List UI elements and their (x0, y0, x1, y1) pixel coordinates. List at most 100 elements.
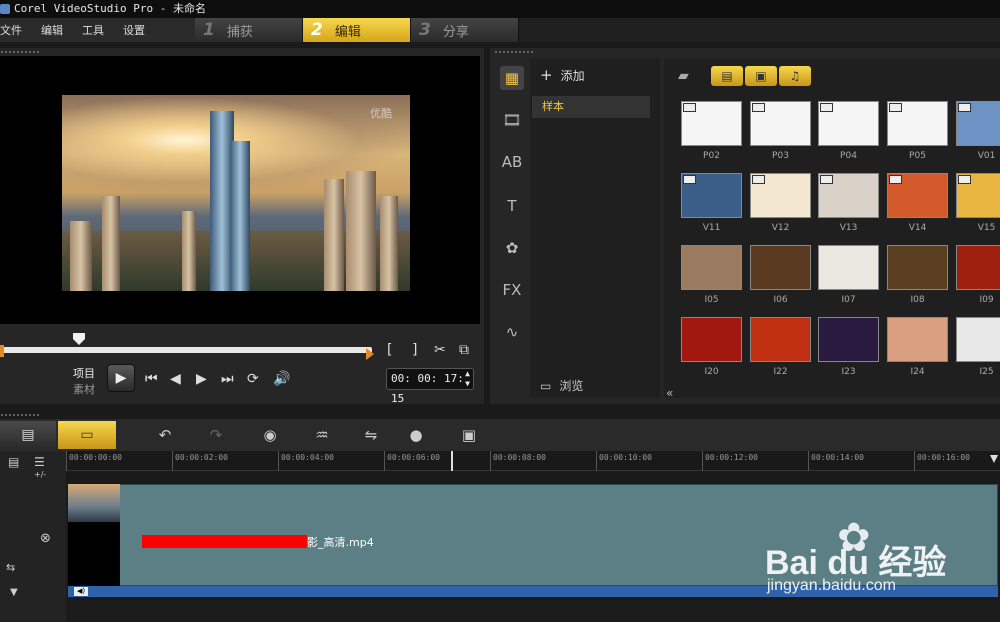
track-header-panel: ▤ ☰ +/- ⊗ ⇆ ▼ (0, 451, 66, 622)
video-badge-icon (752, 175, 765, 184)
menu-file[interactable]: 文件 (0, 22, 22, 38)
scrubber-bar[interactable] (0, 347, 372, 353)
subtitle-icon[interactable]: ▣ (456, 424, 482, 446)
mark-out-button[interactable]: ] (412, 342, 417, 358)
record-capture-icon[interactable]: ◉ (257, 424, 283, 446)
library-thumbnail[interactable] (750, 173, 811, 218)
library-thumbnail[interactable] (681, 173, 742, 218)
timeline-view-icon[interactable]: ▭ (58, 421, 116, 449)
library-thumbnail[interactable] (750, 245, 811, 290)
ruler-tick-label: 00:00:08:00 (493, 453, 546, 462)
step-share[interactable]: 3 分享 (411, 18, 519, 42)
timecode-field[interactable]: 00: 00: 17: 15 ▲ ▼ (386, 368, 474, 405)
menu-edit[interactable]: 编辑 (41, 22, 63, 38)
video-badge-icon (820, 175, 833, 184)
mark-in-button[interactable]: [ (387, 342, 392, 358)
library-thumbnail[interactable] (956, 101, 1000, 146)
step-capture[interactable]: 1 捕获 (195, 18, 303, 42)
library-thumbnail[interactable] (750, 101, 811, 146)
video-badge-icon (958, 175, 971, 184)
video-badge-icon (820, 103, 833, 112)
mode-clip[interactable]: 素材 (73, 381, 95, 397)
media-icon[interactable]: ▦ (500, 66, 524, 90)
track-options-icon[interactable]: ⇆ (6, 561, 15, 574)
go-end-icon[interactable]: ⏭ (221, 371, 234, 387)
folder-icon[interactable]: ▰ (678, 68, 689, 84)
browse-button[interactable]: ▭ 浏览 (540, 377, 583, 394)
speaker-icon[interactable]: ◀) (74, 587, 88, 596)
library-thumbnail[interactable] (818, 101, 879, 146)
library-thumbnail[interactable] (750, 317, 811, 362)
motion-track-icon[interactable]: ● (403, 424, 429, 446)
menu-tools[interactable]: 工具 (82, 22, 104, 38)
filter-audio-icon[interactable]: ♫ (779, 66, 811, 86)
play-button[interactable]: ▶ (107, 364, 135, 392)
go-start-icon[interactable]: ⏮ (145, 371, 158, 387)
instant-project-icon[interactable]: 🎞 (500, 108, 524, 132)
mode-project[interactable]: 项目 (73, 365, 95, 381)
library-thumbnail[interactable] (818, 245, 879, 290)
fx-icon[interactable]: FX (500, 278, 524, 302)
repeat-icon[interactable]: ⟳ (247, 371, 259, 387)
split-clip-icon[interactable]: ✂ (434, 342, 446, 358)
thumbnail-label: V13 (839, 223, 858, 233)
redo-icon[interactable]: ↷ (203, 424, 229, 446)
next-frame-icon[interactable]: ▶ (196, 371, 207, 387)
library-thumbnail[interactable] (887, 317, 948, 362)
expand-tracks-icon[interactable]: ▼ (10, 587, 18, 598)
building-graphic (324, 179, 344, 291)
title-icon[interactable]: T (500, 194, 524, 218)
library-thumbnail[interactable] (681, 245, 742, 290)
filter-video-icon[interactable]: ▤ (711, 66, 743, 86)
ruler-tick: 00:00:16:00 (914, 451, 970, 471)
filter-photo-icon[interactable]: ▣ (745, 66, 777, 86)
track-manager-icon[interactable]: ▤ (8, 455, 19, 469)
thumbnail-label: I25 (979, 367, 994, 377)
thumbnail-label: P05 (909, 151, 926, 161)
library-thumbnail[interactable] (818, 317, 879, 362)
panel-grip[interactable] (0, 50, 40, 54)
prev-frame-icon[interactable]: ◀ (170, 371, 181, 387)
timeline-ruler[interactable]: 00:00:00:00 00:00:02:00 00:00:04:00 00:00:0… (66, 451, 1000, 471)
volume-icon[interactable]: 🔊 (273, 371, 290, 387)
timeline-playhead[interactable] (451, 451, 453, 471)
library-thumbnail[interactable] (887, 173, 948, 218)
add-folder-button[interactable]: + 添加 (540, 66, 585, 84)
graphic-icon[interactable]: ✿ (500, 236, 524, 260)
library-thumbnail[interactable] (956, 173, 1000, 218)
transition-icon[interactable]: AB (500, 150, 524, 174)
library-thumbnail[interactable] (956, 245, 1000, 290)
thumbnail-label: I09 (979, 295, 994, 305)
panel-grip[interactable] (494, 50, 534, 54)
thumbnail-label: I05 (704, 295, 719, 305)
storyboard-view-icon[interactable]: ▤ (0, 421, 56, 449)
library-thumbnail[interactable] (887, 245, 948, 290)
ruler-tick-label: 00:00:04:00 (281, 453, 334, 462)
video-badge-icon (683, 175, 696, 184)
path-icon[interactable]: ∿ (500, 320, 524, 344)
undo-icon[interactable]: ↶ (152, 424, 178, 446)
step-edit[interactable]: 2 编辑 (303, 18, 411, 42)
library-thumbnail[interactable] (887, 101, 948, 146)
menu-settings[interactable]: 设置 (123, 22, 145, 38)
library-thumbnail[interactable] (681, 101, 742, 146)
panel-grip[interactable] (0, 413, 40, 417)
library-thumbnail[interactable] (818, 173, 879, 218)
ruler-tick: 00:00:14:00 (808, 451, 864, 471)
ruler-tick: 00:00:04:00 (278, 451, 334, 471)
thumbnail-label: I07 (841, 295, 856, 305)
audio-mixer-icon[interactable]: ♒ (309, 424, 335, 446)
auto-music-icon[interactable]: ⇋ (358, 424, 384, 446)
building-graphic (70, 221, 92, 291)
collapse-icon[interactable]: « (666, 386, 673, 400)
add-remove-track[interactable]: +/- (34, 470, 46, 479)
library-thumbnail[interactable] (681, 317, 742, 362)
enlarge-icon[interactable]: ⧉ (459, 342, 469, 358)
ruler-tick: 00:00:08:00 (490, 451, 546, 471)
folder-item-sample[interactable]: 样本 (532, 96, 650, 118)
library-thumbnail[interactable] (956, 317, 1000, 362)
list-icon[interactable]: ☰ (34, 455, 45, 469)
trim-start-marker[interactable] (0, 345, 4, 357)
timecode-spinner-icon[interactable]: ▲ ▼ (465, 369, 470, 389)
thumbnail-label: I23 (841, 367, 856, 377)
